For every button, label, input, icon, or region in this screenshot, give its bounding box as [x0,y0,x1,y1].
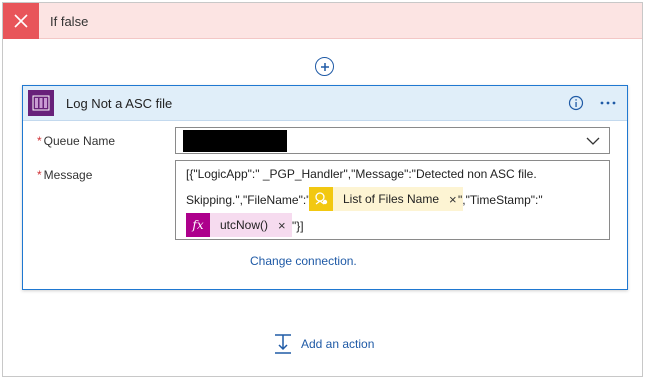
message-line-2-suffix: ","TimeStamp":" [458,193,543,207]
utcnow-token[interactable]: fx utcNow() × [186,213,292,237]
redaction-block [183,130,287,152]
add-action-icon [275,334,291,354]
queue-name-select[interactable]: gpgasciifilesnew [175,127,610,154]
branch-title: If false [50,14,89,29]
add-action-label: Add an action [301,337,375,351]
branch-close-icon[interactable] [3,3,39,39]
queue-icon [28,90,54,116]
list-of-files-name-token[interactable]: List of Files Name × [309,187,463,211]
message-field[interactable]: [{"LogicApp":" _PGP_Handler","Message":"… [175,160,610,240]
insert-step-plus-icon[interactable] [315,57,334,76]
action-title: Log Not a ASC file [66,96,173,111]
required-marker: * [37,134,42,148]
more-options-icon[interactable] [599,94,617,112]
action-card: Log Not a ASC file *Queue Name g [22,85,628,290]
add-action-button[interactable]: Add an action [273,332,374,356]
change-connection-link[interactable]: Change connection. [250,254,357,268]
action-card-header[interactable]: Log Not a ASC file [23,86,627,121]
fx-glyph: fx [192,218,204,232]
chevron-down-icon[interactable] [585,134,601,148]
remove-token-icon[interactable]: × [449,192,457,207]
message-label-text: Message [43,168,93,182]
queue-name-label-text: Queue Name [43,134,116,148]
queue-name-label: * Queue Name [37,134,115,148]
remove-token-icon[interactable]: × [278,218,286,233]
function-icon: fx [186,213,210,237]
required-marker: * [37,168,42,182]
token-label: List of Files Name [343,192,440,206]
if-false-branch: If false Log Not a ASC file * Queue Name… [2,2,643,377]
token-label: utcNow() [220,218,269,232]
ftp-icon [309,187,333,211]
message-line-2-prefix: Skipping.","FileName":" [186,193,311,207]
branch-header: If false [3,3,642,39]
message-line-3-suffix: "}] [292,219,304,233]
message-line-1: [{"LogicApp":" _PGP_Handler","Message":"… [186,167,537,181]
info-icon[interactable] [568,95,584,111]
message-label: * Message [37,168,92,182]
